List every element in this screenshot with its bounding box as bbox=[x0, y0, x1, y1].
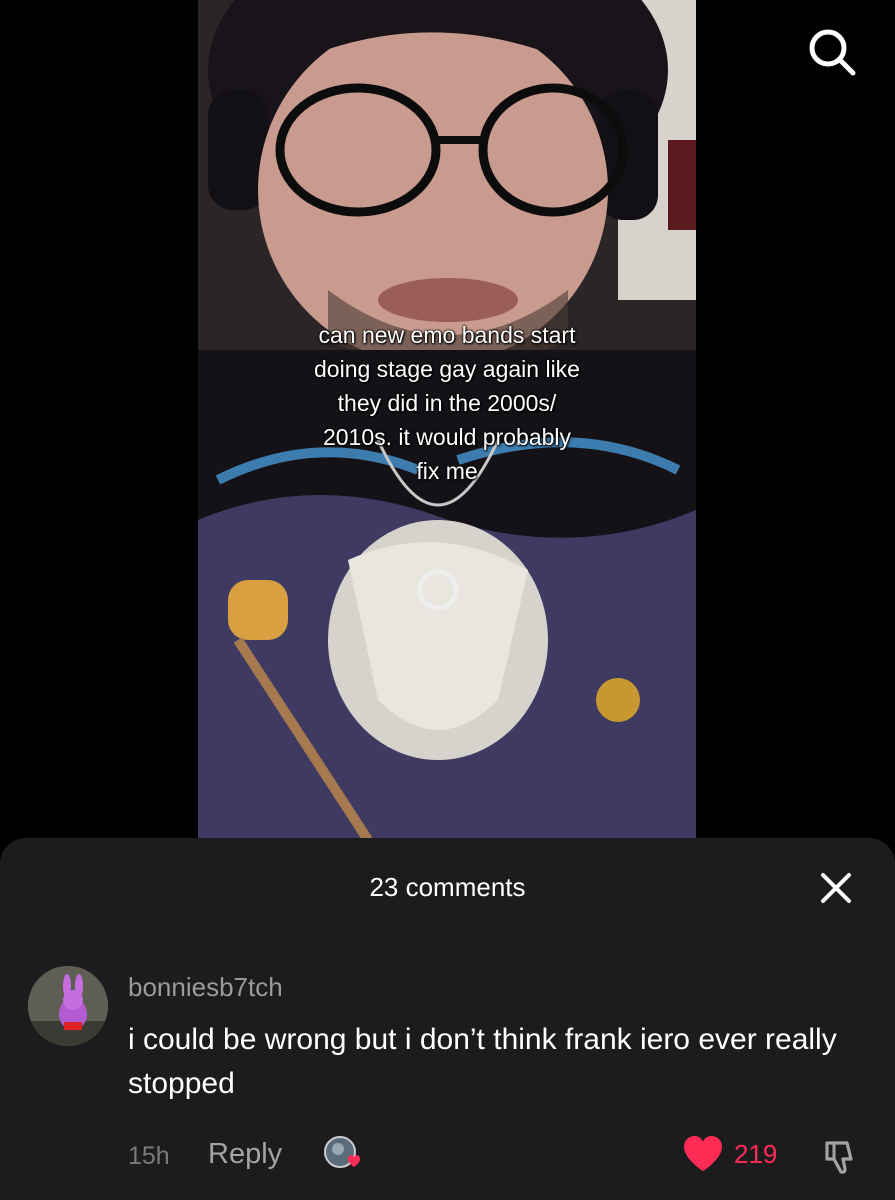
close-icon bbox=[821, 873, 851, 903]
comment-text: i could be wrong but i don’t think frank… bbox=[128, 1023, 837, 1100]
comments-count-title: 23 comments bbox=[369, 872, 526, 902]
like-count: 219 bbox=[734, 1138, 778, 1169]
caption-line: can new emo bands start bbox=[318, 322, 576, 348]
creator-liked-badge bbox=[322, 1134, 370, 1174]
caption-line: they did in the 2000s/ bbox=[337, 390, 557, 416]
video-player[interactable]: can new emo bands start doing stage gay … bbox=[198, 0, 696, 850]
creator-avatar-heart-icon bbox=[324, 1136, 360, 1168]
heart-icon bbox=[684, 1136, 722, 1171]
like-button[interactable]: 219 bbox=[682, 1134, 777, 1174]
comment-item: bonniesb7tch i could be wrong but i don’… bbox=[0, 966, 895, 1196]
search-icon bbox=[809, 29, 856, 76]
video-caption: can new emo bands start doing stage gay … bbox=[198, 318, 696, 488]
thumbs-down-icon bbox=[825, 1141, 853, 1174]
search-button[interactable] bbox=[800, 20, 864, 84]
close-button[interactable] bbox=[810, 862, 862, 914]
dislike-button[interactable] bbox=[818, 1134, 862, 1178]
reply-button[interactable]: Reply bbox=[208, 1138, 282, 1171]
comment-actions: 15h Reply 219 bbox=[0, 1134, 895, 1178]
caption-line: 2010s. it would probably bbox=[322, 424, 572, 450]
caption-line: doing stage gay again like bbox=[314, 356, 580, 382]
avatar-image bbox=[28, 966, 108, 1046]
avatar[interactable] bbox=[28, 966, 108, 1046]
comment-timestamp: 15h bbox=[128, 1142, 170, 1170]
comment-username[interactable]: bonniesb7tch bbox=[128, 972, 283, 1003]
caption-line: fix me bbox=[416, 458, 478, 484]
comments-sheet: 23 comments bonniesb7tch i could be wron… bbox=[0, 838, 895, 1200]
